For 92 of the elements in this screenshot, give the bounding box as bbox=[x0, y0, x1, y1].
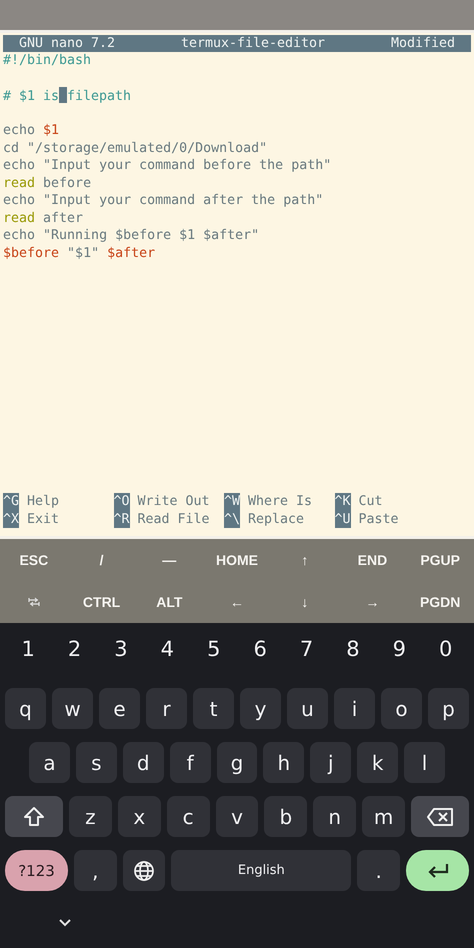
keyboard-key[interactable]: q bbox=[5, 688, 46, 729]
keyboard-key[interactable]: t bbox=[193, 688, 234, 729]
keyboard-key[interactable]: h bbox=[263, 742, 304, 783]
keyboard-key[interactable]: k bbox=[357, 742, 398, 783]
keyboard-key[interactable]: j bbox=[310, 742, 352, 783]
extra-key[interactable]: → bbox=[363, 594, 382, 610]
number-key[interactable]: 2 bbox=[64, 637, 86, 661]
keyboard-key[interactable]: y bbox=[240, 688, 281, 729]
number-key[interactable]: 0 bbox=[435, 637, 456, 661]
code-line: read before bbox=[3, 174, 92, 192]
enter-icon bbox=[426, 862, 450, 880]
keyboard-key[interactable]: , bbox=[74, 850, 117, 891]
keyboard-key[interactable]: f bbox=[170, 742, 211, 783]
keyboard-key[interactable]: a bbox=[29, 742, 70, 783]
shortcut-label: Help bbox=[27, 493, 60, 510]
symbols-key[interactable]: ?123 bbox=[5, 850, 68, 891]
number-key[interactable]: 9 bbox=[388, 637, 410, 661]
shortcut-key: ^W bbox=[224, 493, 240, 510]
code-line: #!/bin/bash bbox=[3, 52, 92, 70]
keyboard-key[interactable]: i bbox=[334, 688, 375, 729]
number-key[interactable]: 4 bbox=[156, 637, 178, 661]
extra-key[interactable]: HOME bbox=[214, 552, 260, 568]
code-line: echo "Input your command after the path" bbox=[3, 192, 324, 210]
code-line: echo "Input your command before the path" bbox=[3, 157, 332, 174]
keyboard-key[interactable]: v bbox=[216, 796, 258, 837]
extra-key[interactable]: CTRL bbox=[80, 594, 122, 610]
tab-icon[interactable] bbox=[28, 597, 40, 607]
app-version: GNU nano 7.2 bbox=[19, 35, 116, 52]
shortcut-label: Replace bbox=[248, 510, 304, 528]
keyboard-key[interactable]: b bbox=[264, 796, 308, 837]
space-bar[interactable]: English bbox=[171, 850, 352, 891]
number-key[interactable]: 5 bbox=[203, 637, 224, 661]
language-key[interactable] bbox=[122, 850, 166, 891]
keyboard-key[interactable]: d bbox=[122, 742, 164, 783]
shortcut-key: ^R bbox=[114, 510, 130, 528]
extra-key[interactable]: END bbox=[356, 552, 390, 568]
number-key[interactable]: 7 bbox=[296, 637, 318, 661]
shift-key[interactable] bbox=[5, 796, 63, 837]
code-line: read after bbox=[3, 210, 84, 227]
keyboard-key[interactable]: c bbox=[166, 796, 210, 837]
code-line: # $1 is filepath bbox=[3, 87, 132, 104]
keyboard-key[interactable]: s bbox=[76, 742, 117, 783]
backspace-icon bbox=[426, 806, 454, 826]
keyboard-key[interactable]: x bbox=[118, 796, 161, 837]
shortcut-label: Write Out bbox=[138, 493, 210, 510]
extra-key[interactable]: PGDN bbox=[418, 594, 462, 610]
shortcut-label: Paste bbox=[358, 510, 399, 528]
shortcut-label: Exit bbox=[27, 510, 60, 528]
keyboard-key[interactable]: . bbox=[357, 850, 400, 891]
extra-key[interactable]: ↓ bbox=[299, 594, 310, 610]
extra-key[interactable]: ALT bbox=[154, 594, 184, 610]
enter-key[interactable] bbox=[406, 850, 470, 891]
number-key[interactable]: 3 bbox=[110, 637, 132, 661]
code-line: echo $1 bbox=[3, 122, 60, 140]
keyboard-key[interactable]: w bbox=[52, 688, 93, 729]
shortcut-key: ^G bbox=[3, 493, 20, 510]
extra-key[interactable]: ↑ bbox=[299, 552, 310, 568]
number-key[interactable]: 6 bbox=[249, 637, 271, 661]
shortcut-key: ^U bbox=[334, 510, 351, 528]
backspace-key[interactable] bbox=[411, 796, 470, 837]
globe-icon bbox=[133, 860, 155, 882]
keyboard-key[interactable]: r bbox=[146, 688, 187, 729]
keyboard-key[interactable]: e bbox=[99, 688, 140, 729]
extra-key[interactable]: ← bbox=[228, 594, 246, 610]
keyboard-key[interactable]: p bbox=[428, 688, 469, 729]
extra-key[interactable]: PGUP bbox=[418, 552, 462, 568]
shortcut-key: ^X bbox=[3, 510, 20, 528]
keyboard-key[interactable]: n bbox=[313, 796, 356, 837]
shortcut-label: Read File bbox=[138, 510, 210, 528]
keyboard-key[interactable]: o bbox=[381, 688, 422, 729]
shortcut-label: Where Is bbox=[248, 493, 312, 510]
keyboard-key[interactable]: m bbox=[362, 796, 406, 837]
shortcut-key: ^\ bbox=[224, 510, 240, 528]
shift-icon bbox=[23, 806, 45, 828]
code-line: cd "/storage/emulated/0/Download" bbox=[3, 140, 268, 157]
keyboard-key[interactable]: g bbox=[216, 742, 258, 783]
shortcut-label: Cut bbox=[358, 493, 383, 510]
file-name: termux-file-editor bbox=[180, 35, 326, 52]
keyboard-key[interactable]: l bbox=[404, 742, 446, 783]
chevron-down-icon[interactable] bbox=[58, 918, 72, 926]
code-line: echo "Running $before $1 $after" bbox=[3, 227, 260, 244]
shortcut-key: ^O bbox=[114, 493, 130, 510]
number-key[interactable]: 1 bbox=[18, 637, 39, 661]
number-key[interactable]: 8 bbox=[342, 637, 364, 661]
modified-status: Modified bbox=[390, 35, 455, 52]
extra-key[interactable]: — bbox=[160, 552, 178, 568]
code-line: $before "$1" $after bbox=[3, 244, 156, 262]
keyboard-key[interactable]: u bbox=[287, 688, 328, 729]
keyboard-key[interactable]: z bbox=[69, 796, 112, 837]
shortcut-key: ^K bbox=[334, 493, 351, 510]
extra-key[interactable]: / bbox=[98, 552, 106, 568]
extra-key[interactable]: ESC bbox=[17, 552, 50, 568]
